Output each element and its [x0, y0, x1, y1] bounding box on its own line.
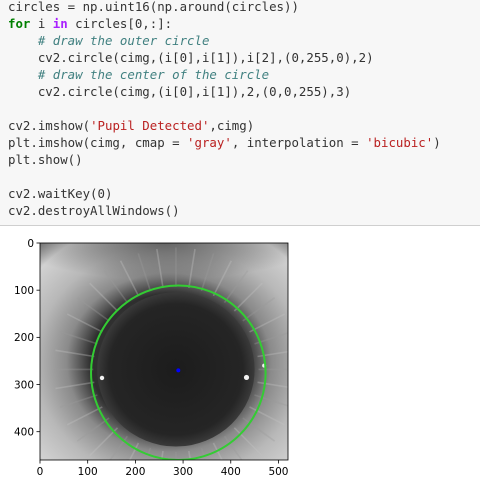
- x-tick-label: 500: [268, 466, 288, 478]
- pupil: [97, 292, 255, 447]
- x-tick-label: 300: [173, 466, 193, 478]
- code-line: circles = np.uint16(np.around(circles)): [8, 0, 441, 15]
- code-token: circles[0,:]:: [67, 16, 173, 31]
- code-token: 'bicubic': [366, 135, 434, 150]
- code-line: cv2.circle(cimg,(i[0],i[1]),2,(0,0,255),…: [8, 83, 441, 100]
- code-line: for i in circles[0,:]:: [8, 15, 441, 32]
- code-token: # draw the outer circle: [37, 33, 210, 48]
- output-area: 0 100 200 300 400 500 0 100 200 300 400: [0, 226, 480, 480]
- y-tick-label: 400: [14, 426, 34, 438]
- code-editor[interactable]: circles = np.uint16(np.around(circles)) f…: [8, 0, 441, 219]
- code-line: cv2.circle(cimg,(i[0],i[1]),i[2],(0,255,…: [8, 49, 441, 66]
- x-tick-label: 100: [78, 466, 98, 478]
- code-token: plt.show(): [8, 152, 83, 167]
- code-line: # draw the outer circle: [8, 32, 441, 49]
- y-tick-label: 300: [14, 379, 34, 391]
- reflection-spot: [99, 375, 105, 381]
- code-token: cv2.circle(cimg,(i[0],i[1]),i[2],(0,255,…: [8, 50, 374, 65]
- x-tick-label: 200: [125, 466, 145, 478]
- code-line: cv2.destroyAllWindows(): [8, 202, 441, 219]
- code-token: circles = np.uint16(np.around(circles)): [8, 0, 299, 14]
- eye-image: [40, 243, 288, 460]
- code-token: i: [30, 16, 53, 31]
- code-cell[interactable]: circles = np.uint16(np.around(circles)) f…: [0, 0, 480, 226]
- code-token: plt.imshow(cimg, cmap =: [8, 135, 188, 150]
- code-token: cv2.destroyAllWindows(): [8, 203, 180, 218]
- x-tick-label: 400: [221, 466, 241, 478]
- y-tick-label: 0: [27, 238, 34, 250]
- code-token: in: [52, 16, 68, 31]
- y-tick-label: 200: [14, 332, 34, 344]
- reflection-spot: [243, 374, 250, 381]
- code-token: 'Pupil Detected': [90, 118, 210, 133]
- code-line: ​: [8, 168, 441, 185]
- code-token: ,cimg): [209, 118, 255, 133]
- code-token: 'gray': [187, 135, 232, 150]
- detected-center: [176, 368, 181, 373]
- code-token: ): [433, 135, 441, 150]
- code-line: plt.show(): [8, 151, 441, 168]
- code-token: , interpolation =: [231, 135, 367, 150]
- code-token: # draw the center of the circle: [37, 67, 270, 82]
- code-token: cv2.circle(cimg,(i[0],i[1]),2,(0,0,255),…: [8, 84, 352, 99]
- code-line: cv2.waitKey(0): [8, 185, 441, 202]
- x-tick-label: 0: [37, 466, 44, 478]
- code-line: # draw the center of the circle: [8, 66, 441, 83]
- code-token: cv2.waitKey(0): [8, 186, 113, 201]
- y-tick-label: 100: [14, 285, 34, 297]
- code-token: cv2.imshow(: [8, 118, 91, 133]
- code-line: cv2.imshow('Pupil Detected',cimg): [8, 117, 441, 134]
- plot-figure: 0 100 200 300 400 500 0 100 200 300 400: [14, 238, 289, 478]
- code-token: for: [8, 16, 31, 31]
- code-line: plt.imshow(cimg, cmap = 'gray', interpol…: [8, 134, 441, 151]
- code-line: ​: [8, 100, 441, 117]
